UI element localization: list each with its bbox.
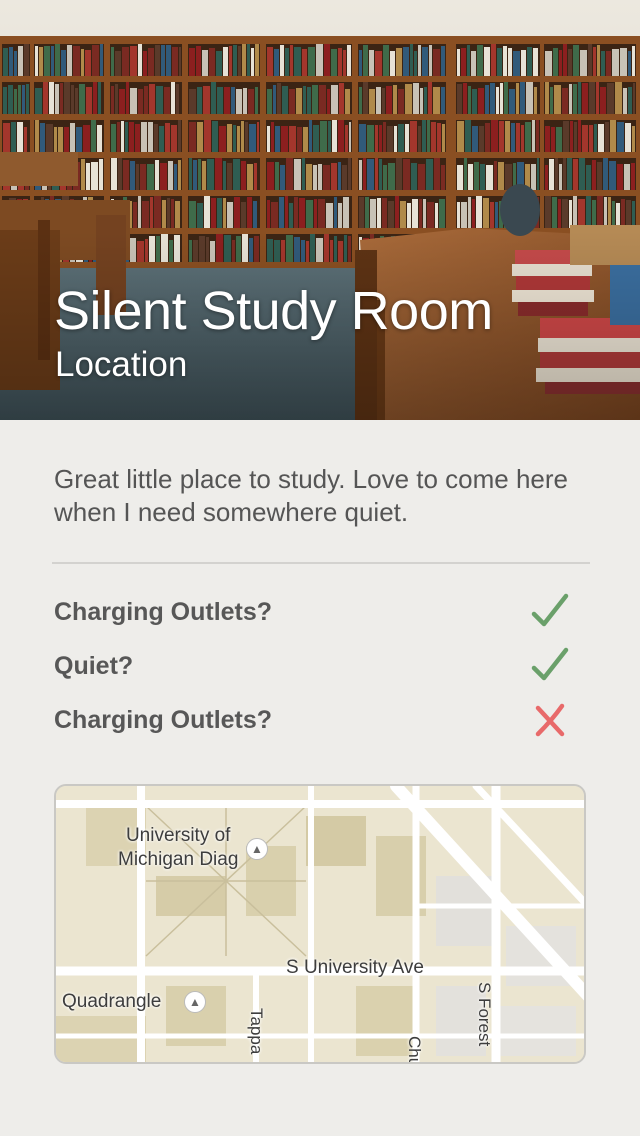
quadrangle-pin-icon[interactable]: ▲ [184, 991, 206, 1013]
divider [52, 562, 590, 564]
check-icon [531, 593, 569, 627]
feature-label: Quiet? [54, 652, 134, 680]
place-subtitle: Location [55, 345, 188, 384]
map-label-s-university: S University Ave [286, 957, 424, 978]
place-title: Silent Study Room [54, 281, 493, 341]
feature-label: Charging Outlets? [54, 706, 273, 734]
hero-photo: Silent Study Room Location [0, 0, 640, 420]
map-label-church: Chu [405, 1036, 424, 1064]
map-label-tappan: Tappa [247, 1008, 266, 1055]
feature-row: Quiet? [54, 646, 584, 686]
map-label-forest: S Forest [475, 982, 494, 1047]
feature-row: Charging Outlets? [54, 700, 584, 740]
cross-icon [535, 703, 565, 737]
map-label-diag-line2: Michigan Diag [118, 849, 239, 870]
university-pin-icon[interactable]: ▲ [246, 838, 268, 860]
map-label-diag-line1: University of [125, 825, 231, 846]
feature-label: Charging Outlets? [54, 598, 273, 626]
feature-row: Charging Outlets? [54, 592, 584, 632]
place-description: Great little place to study. Love to com… [54, 464, 569, 527]
location-map[interactable]: University of Michigan Diag ▲ S Universi… [54, 784, 586, 1064]
map-label-diag: University of Michigan Diag [118, 824, 238, 872]
check-icon [531, 647, 569, 681]
map-label-quadrangle: Quadrangle [62, 991, 162, 1012]
